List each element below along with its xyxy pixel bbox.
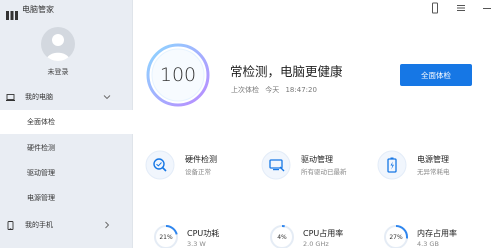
metric-value: 2.0 GHz bbox=[303, 240, 329, 248]
hardware-check-card[interactable]: 硬件检测 设备正常 bbox=[145, 150, 245, 180]
phone-icon[interactable] bbox=[429, 2, 441, 14]
gauge-value: 21% bbox=[159, 233, 173, 241]
chevron-right-icon bbox=[103, 221, 111, 229]
metric-title: CPU占用率 bbox=[303, 229, 344, 238]
full-scan-button[interactable]: 全面体检 bbox=[400, 64, 472, 86]
last-check-label: 上次体检 bbox=[231, 86, 259, 94]
sidebar-item-power[interactable]: 电源管理 bbox=[0, 186, 133, 210]
page-headline: 常检测，电脑更健康 bbox=[230, 64, 343, 79]
metric-title: CPU功耗 bbox=[187, 229, 220, 238]
user-avatar-icon[interactable] bbox=[41, 27, 75, 61]
sidebar-item-label: 全面体检 bbox=[27, 118, 55, 126]
minimize-icon[interactable] bbox=[481, 2, 493, 14]
sidebar-item-label: 电源管理 bbox=[27, 194, 55, 202]
phone-icon bbox=[6, 220, 15, 230]
laptop-icon bbox=[6, 93, 15, 102]
app-title-bar: 电脑管家 bbox=[6, 2, 54, 20]
tool-title: 硬件检测 bbox=[185, 155, 217, 164]
last-check-info: 上次体检 今天 18:47:20 bbox=[231, 85, 321, 95]
gauge-value: 4% bbox=[277, 233, 287, 241]
sidebar-item-hardware[interactable]: 硬件检测 bbox=[0, 136, 133, 160]
sidebar-group-my-phone[interactable]: 我的手机 bbox=[0, 216, 133, 234]
metric-value: 3.3 W bbox=[187, 240, 206, 248]
cpu-usage-metric: 4% CPU占用率 2.0 GHz bbox=[269, 224, 369, 248]
app-title: 电脑管家 bbox=[22, 4, 54, 14]
sidebar-item-label: 硬件检测 bbox=[27, 144, 55, 152]
sidebar-item-label: 驱动管理 bbox=[27, 169, 55, 177]
tool-subtitle: 无异常耗电 bbox=[417, 168, 450, 176]
metric-value: 4.3 GB bbox=[417, 240, 439, 248]
menu-icon[interactable] bbox=[455, 2, 467, 14]
health-score: 100 bbox=[159, 64, 197, 86]
sidebar: 电脑管家 未登录 我的电脑 全面体检 硬件检测 驱动管理 电源管理 我的手机 bbox=[0, 0, 133, 248]
last-check-day: 今天 bbox=[265, 86, 280, 94]
last-check-time: 18:47:20 bbox=[285, 86, 317, 94]
tool-subtitle: 所有驱动已最新 bbox=[301, 168, 347, 176]
sidebar-item-full-scan[interactable]: 全面体检 bbox=[0, 110, 133, 134]
driver-management-card[interactable]: 驱动管理 所有驱动已最新 bbox=[261, 150, 371, 180]
tool-subtitle: 设备正常 bbox=[185, 168, 211, 176]
tool-title: 驱动管理 bbox=[301, 155, 333, 164]
hardware-scan-icon bbox=[145, 150, 175, 180]
chevron-down-icon bbox=[103, 93, 111, 101]
main-panel: 100 常检测，电脑更健康 上次体检 今天 18:47:20 全面体检 硬件检测… bbox=[133, 0, 499, 248]
memory-usage-metric: 27% 内存占用率 4.3 GB bbox=[383, 224, 483, 248]
huawei-logo-icon bbox=[6, 5, 18, 20]
gauge-value: 27% bbox=[389, 233, 403, 241]
window-controls bbox=[429, 2, 493, 14]
driver-icon bbox=[261, 150, 291, 180]
sidebar-group-my-computer[interactable]: 我的电脑 bbox=[0, 88, 133, 106]
power-management-card[interactable]: 电源管理 无异常耗电 bbox=[377, 150, 487, 180]
power-icon bbox=[377, 150, 407, 180]
cpu-power-metric: 21% CPU功耗 3.3 W bbox=[153, 224, 253, 248]
metric-title: 内存占用率 bbox=[417, 229, 457, 238]
sidebar-item-driver[interactable]: 驱动管理 bbox=[0, 161, 133, 185]
tool-title: 电源管理 bbox=[417, 155, 449, 164]
sidebar-group-label: 我的电脑 bbox=[25, 93, 53, 101]
login-status[interactable]: 未登录 bbox=[0, 67, 116, 77]
sidebar-group-label: 我的手机 bbox=[25, 221, 53, 229]
